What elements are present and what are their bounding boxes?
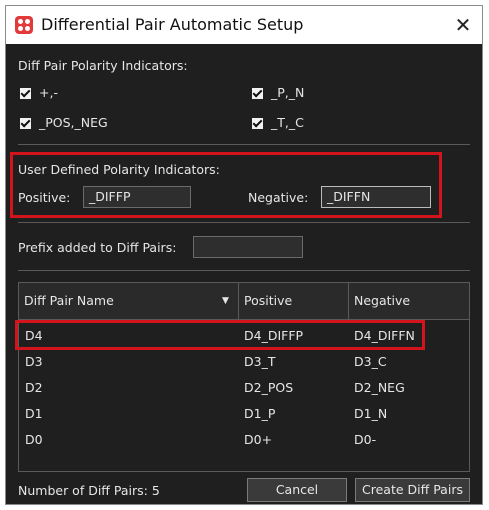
- diff-pair-table: Diff Pair Name ▼ Positive Negative D4 D4…: [18, 282, 470, 472]
- create-diff-pairs-button[interactable]: Create Diff Pairs: [355, 478, 470, 502]
- cell-name: D1: [25, 406, 43, 421]
- checkbox-p-n[interactable]: [252, 88, 263, 99]
- cell-name: D3: [25, 354, 43, 369]
- table-row[interactable]: D3 D3_T D3_C: [19, 349, 469, 375]
- divider: [18, 144, 470, 145]
- positive-input[interactable]: _DIFFP: [83, 186, 191, 208]
- cell-name: D0: [25, 432, 43, 447]
- checkbox-label: _T,_C: [271, 115, 304, 130]
- column-header-label: Diff Pair Name: [24, 293, 114, 308]
- checkbox-label: +,-: [39, 85, 58, 100]
- cell-positive: D2_POS: [244, 380, 294, 395]
- dialog-window: Differential Pair Automatic Setup ✕ Diff…: [5, 5, 483, 505]
- checkbox-label: _P,_N: [271, 85, 305, 100]
- divider: [18, 270, 470, 271]
- checkbox-label: _POS,_NEG: [39, 115, 108, 130]
- cell-positive: D0+: [244, 432, 273, 447]
- close-icon[interactable]: ✕: [452, 14, 474, 36]
- column-header-positive[interactable]: Positive: [239, 283, 349, 319]
- negative-input[interactable]: _DIFFN: [321, 186, 431, 208]
- cell-negative: D2_NEG: [354, 380, 405, 395]
- checkbox-plus-minus[interactable]: [20, 88, 31, 99]
- cell-negative: D3_C: [354, 354, 387, 369]
- table-row[interactable]: D0 D0+ D0-: [19, 427, 469, 453]
- prefix-input[interactable]: [193, 236, 303, 258]
- prefix-label: Prefix added to Diff Pairs:: [18, 240, 177, 255]
- positive-label: Positive:: [18, 190, 71, 205]
- table-row[interactable]: D2 D2_POS D2_NEG: [19, 375, 469, 401]
- negative-label: Negative:: [248, 190, 309, 205]
- user-defined-heading: User Defined Polarity Indicators:: [18, 162, 220, 177]
- cell-positive: D1_P: [244, 406, 276, 421]
- column-header-negative[interactable]: Negative: [349, 283, 469, 319]
- table-row[interactable]: D1 D1_P D1_N: [19, 401, 469, 427]
- checkbox-t-c[interactable]: [252, 118, 263, 129]
- cell-positive: D3_T: [244, 354, 276, 369]
- sort-arrow-icon: ▼: [222, 296, 229, 306]
- column-header-name[interactable]: Diff Pair Name ▼: [19, 283, 239, 319]
- cell-name: D2: [25, 380, 43, 395]
- dialog-content: Diff Pair Polarity Indicators: +,- _P,_N…: [6, 44, 482, 504]
- divider: [18, 222, 470, 223]
- app-icon: [15, 16, 33, 34]
- cancel-button[interactable]: Cancel: [247, 478, 347, 502]
- pair-count: Number of Diff Pairs: 5: [18, 483, 160, 498]
- cell-negative: D1_N: [354, 406, 388, 421]
- checkbox-pos-neg[interactable]: [20, 118, 31, 129]
- table-header: Diff Pair Name ▼ Positive Negative: [19, 283, 469, 320]
- row-highlight-box: [15, 320, 425, 350]
- polarity-heading: Diff Pair Polarity Indicators:: [18, 58, 188, 73]
- cell-negative: D0-: [354, 432, 377, 447]
- window-title: Differential Pair Automatic Setup: [41, 15, 304, 34]
- title-bar: Differential Pair Automatic Setup ✕: [6, 6, 482, 44]
